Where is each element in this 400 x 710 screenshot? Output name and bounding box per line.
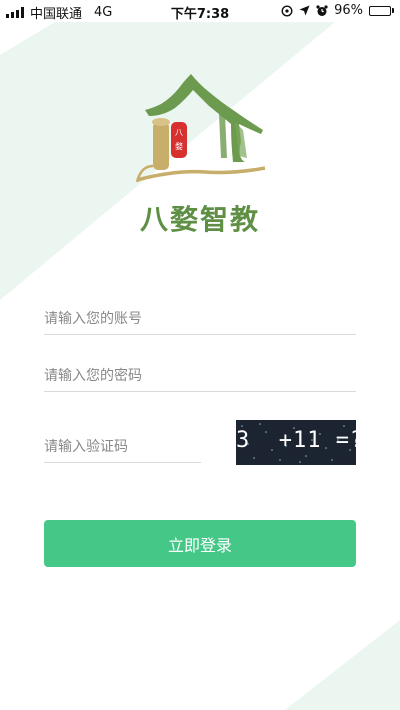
captcha-input[interactable] [44, 431, 201, 463]
battery-icon [369, 5, 394, 16]
navigation-arrow-icon [299, 5, 310, 16]
account-input[interactable] [44, 303, 356, 335]
svg-text:婺: 婺 [175, 141, 183, 151]
app-logo: 八 婺 [135, 70, 270, 190]
svg-text:八: 八 [175, 128, 183, 137]
alarm-icon [316, 4, 328, 16]
password-input[interactable] [44, 360, 356, 392]
status-bar: 中国联通 4G 下午7:38 96% [0, 0, 400, 22]
location-lock-icon [281, 4, 293, 17]
captcha-text: 3 +11 =? [236, 428, 356, 453]
battery-percent: 96% [334, 3, 363, 18]
app-name-title: 八婺智教 [139, 203, 260, 236]
captcha-image[interactable]: 3 +11 =? [236, 420, 356, 465]
background-shape-bottom [285, 620, 400, 710]
login-button[interactable]: 立即登录 [44, 520, 356, 567]
